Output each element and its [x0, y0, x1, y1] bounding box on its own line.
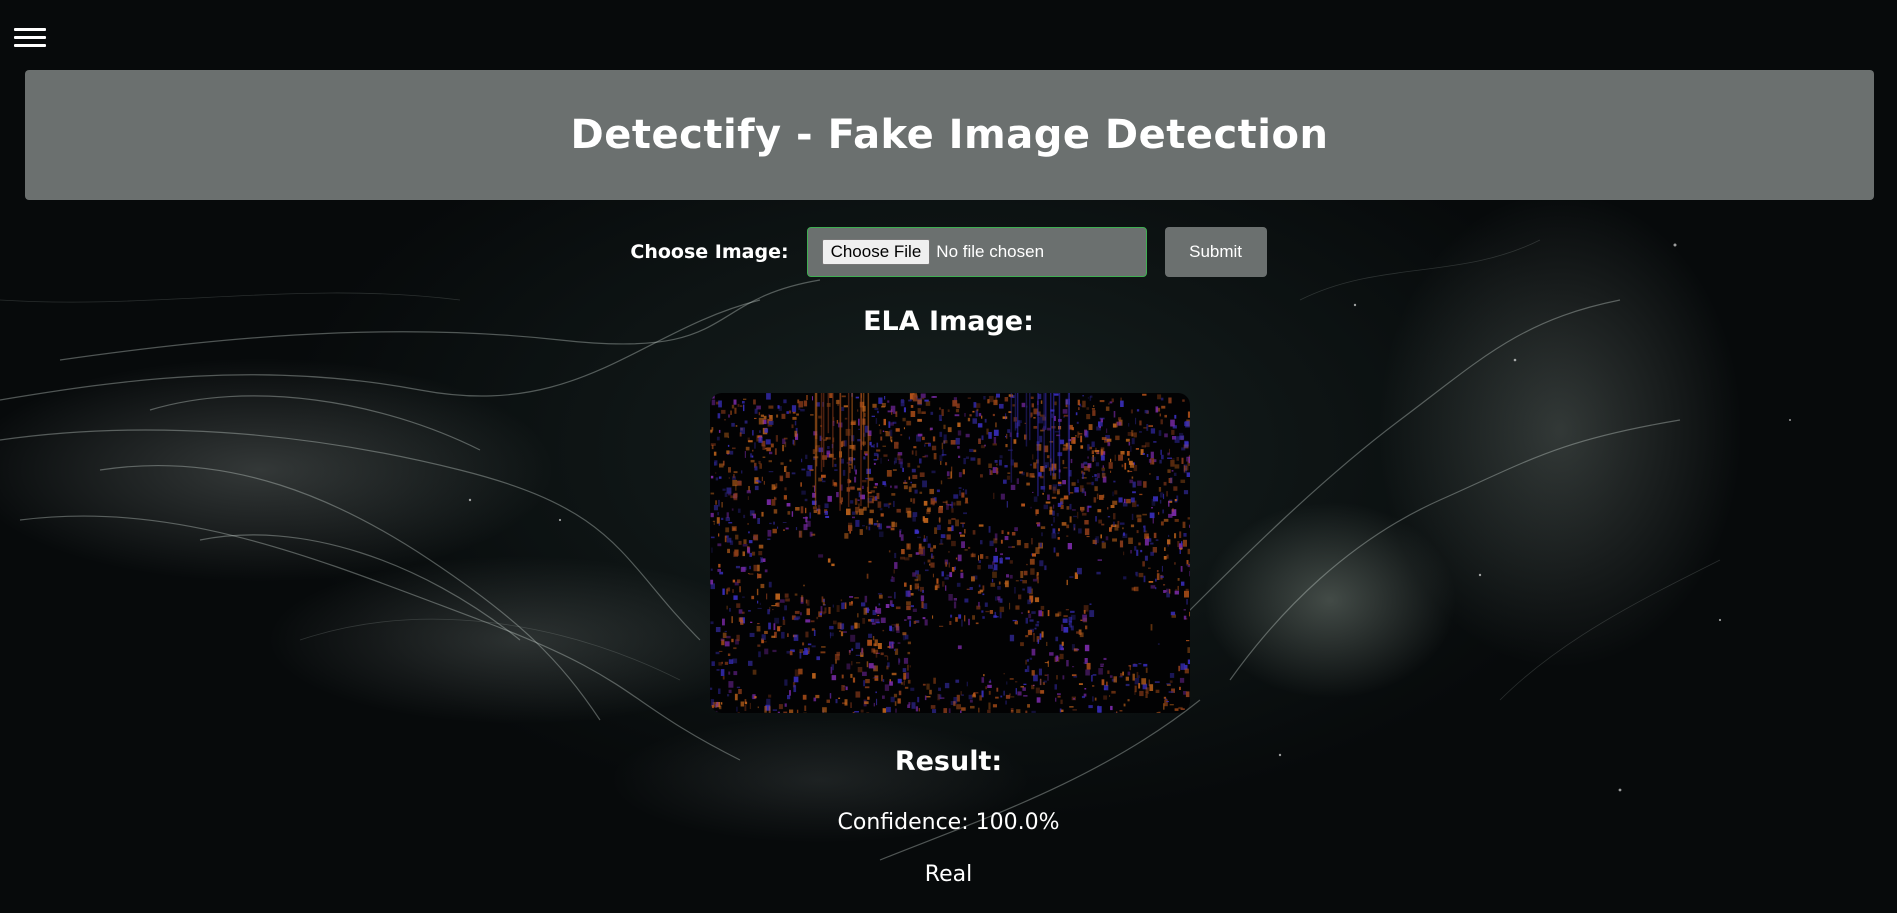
confidence-text: Confidence: 100.0% — [837, 810, 1060, 835]
verdict-text: Real — [924, 862, 973, 887]
page-header: Detectify - Fake Image Detection — [25, 70, 1874, 200]
submit-button[interactable]: Submit — [1164, 227, 1267, 277]
ela-image — [710, 393, 1190, 713]
menu-bar — [14, 28, 46, 31]
choose-file-button[interactable]: Choose File — [821, 239, 931, 265]
upload-form: Choose Image: Choose File No file chosen… — [0, 226, 1897, 278]
ela-image-heading: ELA Image: — [863, 306, 1034, 337]
menu-bar — [14, 44, 46, 47]
menu-bar — [14, 36, 46, 39]
ela-image-canvas — [710, 393, 1190, 713]
result-heading: Result: — [894, 746, 1003, 777]
page-title: Detectify - Fake Image Detection — [570, 112, 1329, 158]
file-input[interactable]: Choose File No file chosen — [806, 227, 1147, 277]
choose-image-label: Choose Image: — [630, 241, 789, 263]
hamburger-menu-icon[interactable] — [14, 24, 46, 56]
file-status-text: No file chosen — [936, 242, 1045, 261]
